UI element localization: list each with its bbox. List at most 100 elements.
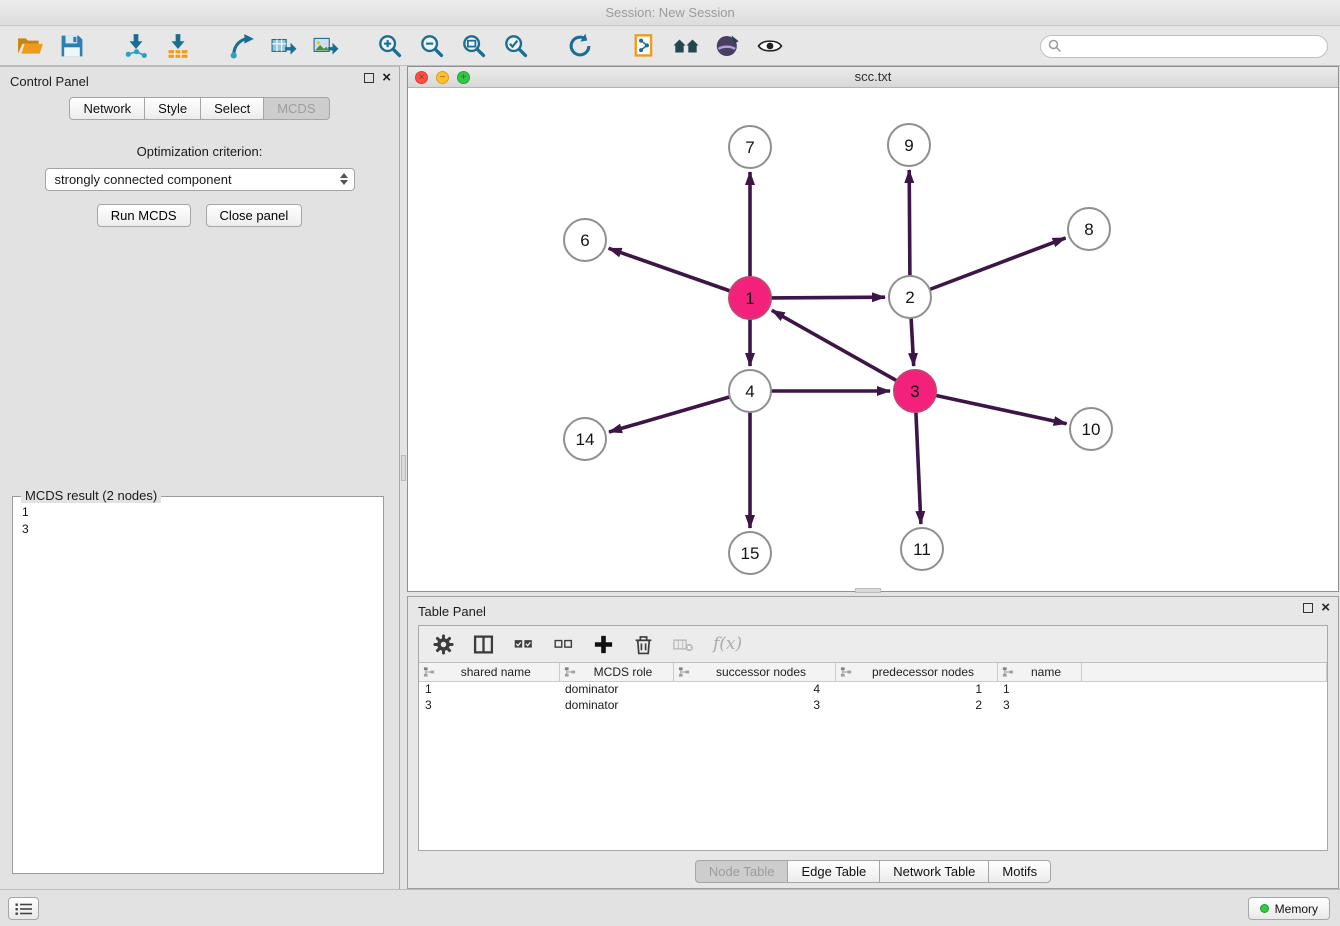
table-tab-network-table[interactable]: Network Table: [880, 860, 989, 883]
criterion-dropdown[interactable]: strongly connected component: [45, 168, 355, 191]
column-header-name[interactable]: name: [997, 663, 1081, 681]
column-layout-button[interactable]: [473, 634, 494, 655]
table-row[interactable]: 1dominator411: [419, 681, 1327, 697]
network-graph[interactable]: 7968124310141511: [408, 88, 1338, 591]
table-cell-successor-nodes[interactable]: 3: [673, 697, 835, 713]
table-cell-successor-nodes[interactable]: 4: [673, 681, 835, 697]
column-header-label: name: [1031, 665, 1061, 679]
tab-network[interactable]: Network: [69, 97, 145, 120]
graph-edge-1-2[interactable]: [771, 297, 885, 298]
column-header-label: shared name: [461, 665, 531, 679]
node-table: shared name MCDS rolesuccessor nodes prede…: [419, 663, 1327, 713]
export-table-button[interactable]: [266, 30, 302, 62]
import-network-button[interactable]: [118, 30, 154, 62]
graph-node-label: 9: [904, 136, 913, 155]
tab-style[interactable]: Style: [145, 97, 201, 120]
table-tab-edge-table[interactable]: Edge Table: [788, 860, 880, 883]
control-panel-header: Control Panel ×: [0, 67, 399, 93]
table-cell-shared-name[interactable]: 3: [419, 697, 559, 713]
deselect-all-button[interactable]: [553, 634, 574, 655]
column-header-successor-nodes[interactable]: successor nodes: [673, 663, 835, 681]
column-header-predecessor-nodes[interactable]: predecessor nodes: [835, 663, 997, 681]
mcds-result-line: 1: [22, 504, 374, 521]
export-image-button[interactable]: [308, 30, 344, 62]
graph-edge-1-6[interactable]: [609, 248, 731, 291]
gear-button[interactable]: [433, 634, 454, 655]
graph-edge-2-9[interactable]: [909, 170, 910, 276]
graph-node-label: 3: [910, 382, 919, 401]
select-all-button[interactable]: [513, 634, 534, 655]
search-input[interactable]: [1040, 35, 1328, 58]
copy-network-button[interactable]: [626, 30, 662, 62]
float-panel-icon[interactable]: [364, 73, 374, 83]
column-attribute-icon: [1002, 666, 1014, 681]
export-network-button[interactable]: [224, 30, 260, 62]
column-header-MCDS-role[interactable]: MCDS role: [559, 663, 673, 681]
refresh-layout-button[interactable]: [562, 30, 598, 62]
memory-button-label: Memory: [1275, 902, 1318, 916]
eye-button[interactable]: [752, 30, 788, 62]
graph-edge-2-3[interactable]: [911, 318, 914, 366]
graph-node-label: 10: [1082, 420, 1101, 439]
add-column-button[interactable]: [593, 634, 614, 655]
import-network-icon: [123, 33, 149, 59]
close-table-panel-icon[interactable]: ×: [1321, 603, 1330, 613]
mcds-result-list: 13: [13, 497, 383, 545]
list-icon: [15, 902, 33, 916]
table-cell-MCDS-role[interactable]: dominator: [559, 697, 673, 713]
home-button[interactable]: [668, 30, 704, 62]
table-cell-predecessor-nodes[interactable]: 2: [835, 697, 997, 713]
graph-edge-2-8[interactable]: [930, 238, 1066, 290]
function-builder-button[interactable]: f(x): [713, 634, 742, 654]
delete-column-button[interactable]: [673, 634, 694, 655]
main-toolbar: [0, 27, 1340, 66]
export-network-icon: [229, 33, 255, 59]
open-session-button[interactable]: [12, 30, 48, 62]
zoom-window-icon[interactable]: +: [457, 71, 470, 84]
minimize-window-icon[interactable]: −: [436, 71, 449, 84]
network-view-window: × − + scc.txt 7968124310141511: [407, 66, 1339, 592]
import-table-button[interactable]: [160, 30, 196, 62]
column-header-shared-name[interactable]: shared name: [419, 663, 559, 681]
zoom-out-button[interactable]: [414, 30, 450, 62]
graph-node-label: 4: [745, 382, 754, 401]
run-mcds-button[interactable]: Run MCDS: [97, 204, 191, 227]
select-all-icon: [513, 634, 534, 655]
graph-edge-3-1[interactable]: [772, 310, 897, 380]
table-toolbar: f(x): [419, 626, 1327, 663]
vertical-splitter-handle[interactable]: [401, 455, 406, 481]
tab-select[interactable]: Select: [201, 97, 264, 120]
tab-mcds[interactable]: MCDS: [264, 97, 329, 120]
memory-button[interactable]: Memory: [1248, 897, 1330, 920]
table-tab-node-table[interactable]: Node Table: [695, 860, 789, 883]
float-table-panel-icon[interactable]: [1303, 603, 1313, 613]
zoom-in-button[interactable]: [372, 30, 408, 62]
table-body: 1dominator4113dominator323: [419, 681, 1327, 713]
graph-edge-4-14[interactable]: [609, 397, 730, 432]
network-canvas[interactable]: 7968124310141511: [408, 88, 1338, 591]
table-cell-shared-name[interactable]: 1: [419, 681, 559, 697]
column-header-label: predecessor nodes: [872, 665, 974, 679]
table-cell-predecessor-nodes[interactable]: 1: [835, 681, 997, 697]
table-cell-name[interactable]: 3: [997, 697, 1081, 713]
task-history-button[interactable]: [8, 897, 39, 920]
graph-edge-3-11[interactable]: [916, 412, 921, 524]
close-panel-button[interactable]: Close panel: [206, 204, 303, 227]
table-row[interactable]: 3dominator323: [419, 697, 1327, 713]
table-cell-name[interactable]: 1: [997, 681, 1081, 697]
zoom-selected-button[interactable]: [498, 30, 534, 62]
close-panel-icon[interactable]: ×: [382, 73, 391, 83]
table-cell-MCDS-role[interactable]: dominator: [559, 681, 673, 697]
zoom-fit-button[interactable]: [456, 30, 492, 62]
zoom-selected-icon: [503, 33, 529, 59]
table-tabs: Node TableEdge TableNetwork TableMotifs: [408, 860, 1338, 883]
graph-edge-3-10[interactable]: [936, 395, 1067, 423]
save-session-icon: [59, 33, 85, 59]
column-filler: [1081, 663, 1327, 681]
close-window-icon[interactable]: ×: [415, 71, 428, 84]
save-session-button[interactable]: [54, 30, 90, 62]
trash-button[interactable]: [633, 634, 654, 655]
horizontal-splitter-handle[interactable]: [855, 588, 881, 593]
table-tab-motifs[interactable]: Motifs: [989, 860, 1051, 883]
style-button[interactable]: [710, 30, 746, 62]
